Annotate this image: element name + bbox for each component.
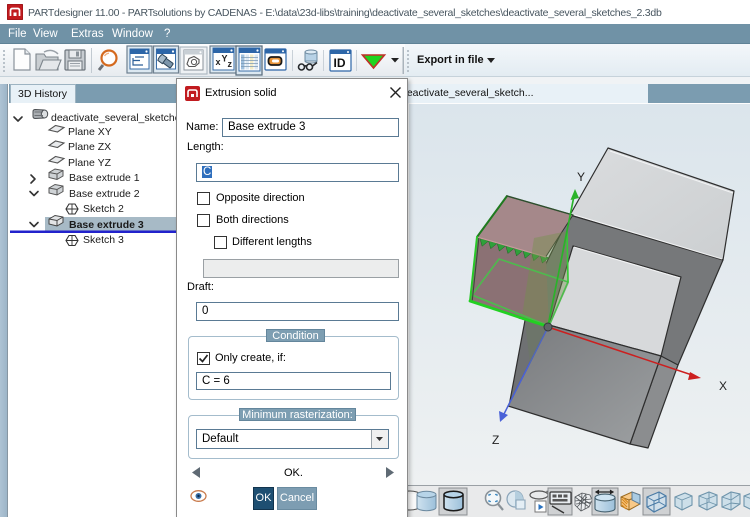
svg-text:X: X — [719, 379, 727, 393]
svg-text:ID: ID — [334, 56, 346, 70]
svg-text:Z: Z — [492, 433, 499, 447]
svg-text:z: z — [228, 59, 233, 69]
svg-text:x: x — [216, 57, 221, 67]
svg-text:Export in file: Export in file — [417, 54, 484, 66]
svg-text:Y: Y — [577, 170, 585, 184]
